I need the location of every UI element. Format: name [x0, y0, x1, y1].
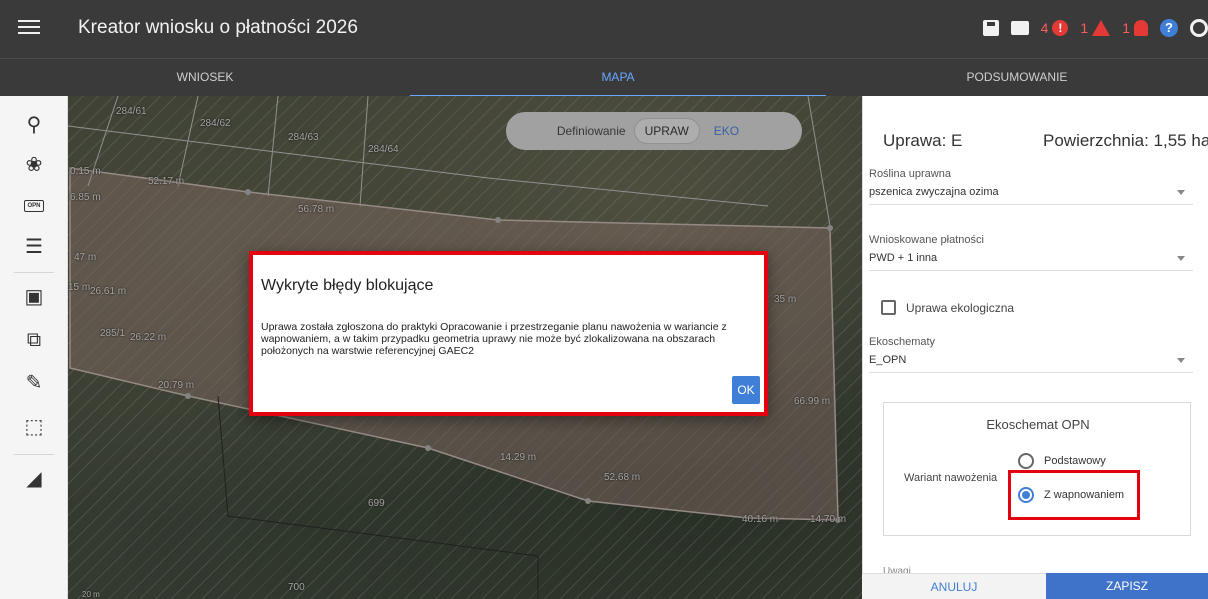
cancel-button[interactable]: ANULUJ	[862, 573, 1046, 599]
crop-select[interactable]: Roślina uprawna pszenica zwyczajna ozima	[869, 168, 1193, 205]
highlight-box	[1008, 470, 1140, 520]
search-icon[interactable]: ⚲	[20, 110, 48, 138]
save-icon[interactable]	[982, 20, 999, 36]
menu-icon[interactable]	[18, 16, 40, 38]
variant-label: Wariant nawożenia	[904, 472, 998, 484]
chevron-down-icon	[1177, 358, 1185, 363]
print-icon[interactable]	[1010, 21, 1029, 35]
app-header: Kreator wniosku o płatności 2026 4 ! 1 1…	[0, 0, 1208, 58]
measure-icon[interactable]: ◢	[20, 464, 48, 492]
crop-title: Uprawa: E	[883, 131, 963, 150]
crop-select-value: pszenica zwyczajna ozima	[869, 186, 999, 198]
eco-value: E_OPN	[869, 354, 907, 366]
ok-button[interactable]: OK	[732, 376, 760, 404]
tab-mapa[interactable]: MAPA	[410, 59, 826, 97]
layers-icon[interactable]: ⧉	[20, 326, 48, 354]
errors-indicator[interactable]: 4 !	[1041, 20, 1069, 36]
notifications-count: 1	[1122, 20, 1130, 36]
dialog-message: Uprawa została zgłoszona do praktyki Opr…	[261, 321, 727, 357]
payments-value: PWD + 1 inna	[869, 252, 938, 264]
checkbox[interactable]	[881, 300, 896, 315]
tab-podsumowanie[interactable]: PODSUMOWANIE	[826, 59, 1208, 97]
organic-label: Uprawa ekologiczna	[906, 300, 1015, 315]
opn-icon[interactable]: OPN	[20, 192, 48, 220]
variant-basic-option[interactable]: Podstawowy	[1018, 453, 1106, 469]
crop-panel: Uprawa: E Powierzchnia: 1,55 ha Roślina …	[862, 96, 1208, 599]
warnings-count: 1	[1080, 20, 1089, 36]
organic-checkbox[interactable]: Uprawa ekologiczna	[881, 300, 1014, 315]
tab-wniosek[interactable]: WNIOSEK	[0, 59, 410, 97]
variant-basic-label: Podstawowy	[1044, 455, 1106, 467]
warnings-indicator[interactable]: 1	[1080, 20, 1111, 36]
select-icon[interactable]: ▣	[20, 282, 48, 310]
crop-icon[interactable]: ❀	[20, 150, 48, 178]
app-title: Kreator wniosku o płatności 2026	[78, 17, 358, 38]
save-button[interactable]: ZAPISZ	[1046, 573, 1208, 599]
edit-icon[interactable]: ✎	[20, 368, 48, 396]
list-icon[interactable]: ☰	[20, 232, 48, 260]
chevron-down-icon	[1177, 190, 1185, 195]
errors-count: 4	[1040, 20, 1049, 36]
crop-select-label: Roślina uprawna	[869, 168, 951, 180]
main-tabs: WNIOSEK MAPA PODSUMOWANIE	[0, 58, 1208, 97]
blocking-errors-dialog: Wykryte błędy blokujące Uprawa została z…	[249, 251, 768, 416]
dialog-title: Wykryte błędy blokujące	[261, 277, 434, 294]
header-actions: 4 ! 1 1 ?	[982, 16, 1208, 40]
notifications-indicator[interactable]: 1	[1122, 20, 1148, 36]
user-icon[interactable]	[1190, 19, 1208, 37]
payments-label: Wnioskowane płatności	[869, 234, 984, 246]
area-icon[interactable]: ⬚	[20, 412, 48, 440]
chevron-down-icon	[1177, 256, 1185, 261]
ecoscheme-select[interactable]: Ekoschematy E_OPN	[869, 336, 1193, 373]
warning-icon	[1092, 20, 1111, 36]
eco-label: Ekoschematy	[869, 336, 936, 348]
payments-select[interactable]: Wnioskowane płatności PWD + 1 inna	[869, 234, 1193, 271]
bell-icon	[1134, 20, 1148, 36]
map-toolbar: ⚲ ❀ OPN ☰ ▣ ⧉ ✎ ⬚ ◢	[0, 96, 68, 599]
crop-area: Powierzchnia: 1,55 ha	[1043, 131, 1208, 150]
error-icon: !	[1052, 20, 1069, 36]
radio-button[interactable]	[1018, 453, 1034, 469]
help-icon[interactable]: ?	[1160, 19, 1178, 37]
opn-title: Ekoschemat OPN	[986, 417, 1090, 432]
